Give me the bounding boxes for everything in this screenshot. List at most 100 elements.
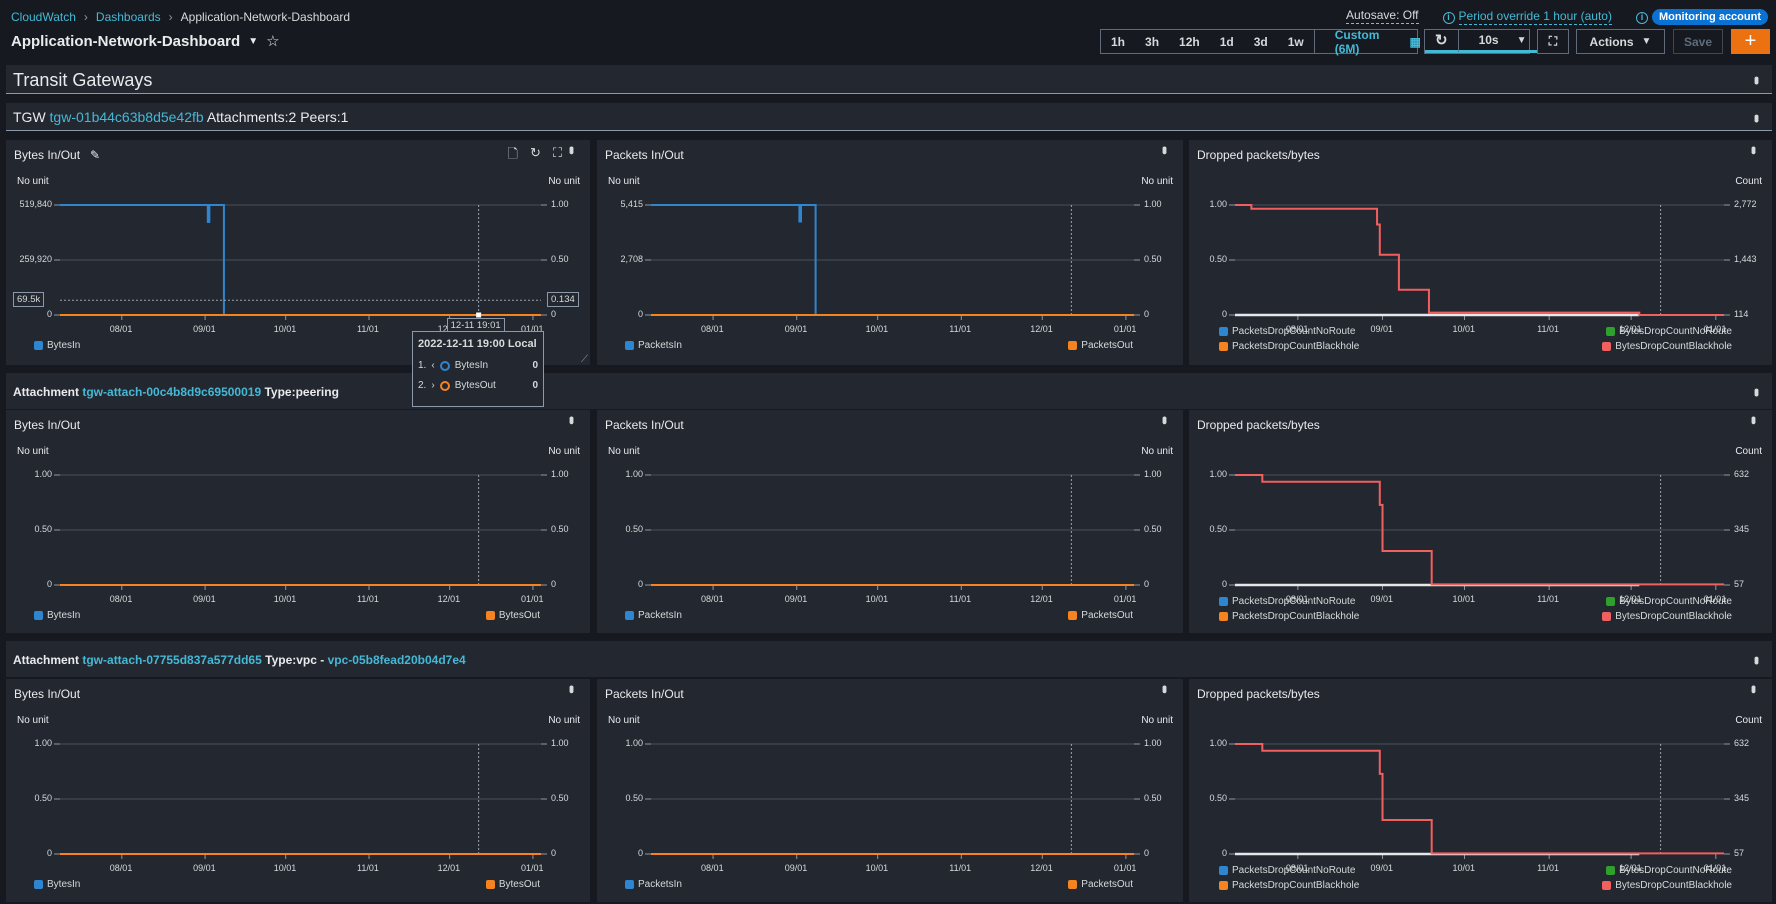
legend-item[interactable]: PacketsDropCountNoRoute	[1219, 865, 1355, 876]
legend-item[interactable]: PacketsDropCountBlackhole	[1219, 341, 1359, 352]
left-tick-label: 0	[46, 579, 52, 589]
tgw-id-link[interactable]: tgw-01b44c63b8d5e42fb	[50, 109, 204, 125]
legend-swatch	[1068, 880, 1078, 889]
legend-item[interactable]: PacketsDropCountBlackhole	[1219, 611, 1359, 622]
x-tick-label: 10/01	[273, 863, 297, 873]
vpc-id-link[interactable]: vpc-05b8fead20b04d7e4	[328, 653, 466, 667]
tooltip-index: 2.	[418, 380, 427, 391]
legend-item[interactable]: PacketsIn	[625, 610, 682, 621]
legend-item[interactable]: PacketsDropCountNoRoute	[1219, 596, 1355, 607]
right-tick-label: 0	[551, 579, 557, 589]
legend-label: BytesDropCountNoRoute	[1619, 596, 1732, 607]
legend-item[interactable]: PacketsOut	[1068, 340, 1133, 351]
legend-label: BytesDropCountBlackhole	[1615, 341, 1732, 352]
tooltip-value: 0	[532, 380, 538, 391]
legend-item[interactable]: PacketsIn	[625, 340, 682, 351]
range-custom[interactable]: Custom (6M) ▦	[1313, 28, 1441, 56]
fullscreen-button[interactable]: ⛶	[1537, 29, 1569, 54]
range-1w[interactable]: 1w	[1278, 35, 1314, 49]
legend-item[interactable]: BytesDropCountNoRoute	[1606, 326, 1732, 337]
widget-dropped-packets-bytes: Dropped packets/bytes ••• Count 1.00 2,772 0.…	[1189, 140, 1772, 365]
right-tick-label: 345	[1734, 793, 1750, 803]
legend-item[interactable]: PacketsOut	[1068, 879, 1133, 890]
legend-swatch	[625, 611, 634, 620]
tgw-details: Attachments:2 Peers:1	[206, 109, 349, 125]
x-tick-label: 01/01	[1113, 863, 1137, 873]
breadcrumb: CloudWatch › Dashboards › Application-Netw…	[11, 10, 350, 24]
right-tick-label: 1,443	[1734, 254, 1757, 264]
breadcrumb-dashboards[interactable]: Dashboards	[96, 10, 161, 24]
legend-item[interactable]: BytesIn	[34, 879, 80, 890]
right-tick-label: 57	[1734, 579, 1745, 589]
tooltip-value: 0	[532, 360, 538, 371]
refresh-interval-dropdown[interactable]: 10s ▼	[1458, 30, 1537, 53]
right-tick-label: 114	[1734, 309, 1749, 319]
legend-item[interactable]: PacketsOut	[1068, 610, 1133, 621]
x-tick-label: 10/01	[1452, 863, 1475, 873]
x-tick-label: 09/01	[784, 324, 808, 334]
range-1h[interactable]: 1h	[1101, 35, 1135, 49]
range-3d[interactable]: 3d	[1244, 35, 1278, 49]
info-icon: i	[1442, 11, 1455, 24]
x-tick-label: 08/01	[109, 324, 133, 334]
tooltip-series: BytesOut	[454, 380, 496, 391]
left-tick-label: 0.50	[1209, 793, 1227, 803]
legend-label: PacketsDropCountBlackhole	[1232, 880, 1360, 891]
caret-down-icon[interactable]: ▼	[248, 36, 258, 47]
left-tick-label: 1.00	[1209, 738, 1227, 748]
legend-label: PacketsOut	[1081, 879, 1133, 890]
x-tick-label: 11/01	[1537, 324, 1560, 334]
monitoring-account[interactable]: i Monitoring account	[1635, 8, 1768, 25]
more-options-icon[interactable]: •••	[1749, 656, 1765, 662]
legend-swatch	[1606, 597, 1616, 606]
attachment-id-link[interactable]: tgw-attach-00c4b8d9c69500019	[82, 385, 261, 399]
legend-item[interactable]: PacketsIn	[625, 879, 682, 890]
x-tick-label: 10/01	[273, 594, 297, 604]
legend-item[interactable]: BytesIn	[34, 610, 80, 621]
attachment-header: Attachment tgw-attach-00c4b8d9c69500019 …	[6, 373, 1772, 409]
header-status: Autosave: Off i Period override 1 hour (a…	[1346, 8, 1768, 25]
legend-swatch	[34, 341, 43, 350]
attachment-id-link[interactable]: tgw-attach-07755d837a577dd65	[82, 653, 261, 667]
more-options-icon[interactable]: •••	[1749, 388, 1765, 394]
chevron-right-icon: ›	[168, 10, 173, 24]
breadcrumb-cloudwatch[interactable]: CloudWatch	[11, 10, 76, 24]
range-1d[interactable]: 1d	[1210, 35, 1244, 49]
legend-item[interactable]: BytesDropCountNoRoute	[1606, 865, 1732, 876]
right-tick-label: 0	[551, 309, 557, 319]
legend-item[interactable]: BytesDropCountBlackhole	[1602, 611, 1732, 622]
period-override[interactable]: i Period override 1 hour (auto)	[1442, 8, 1612, 25]
left-tick-label: 1.00	[34, 738, 52, 748]
range-12h[interactable]: 12h	[1169, 35, 1210, 49]
cursor-point	[476, 312, 482, 318]
legend-swatch	[1068, 611, 1078, 620]
tgw-header: TGW tgw-01b44c63b8d5e42fb Attachments:2 …	[6, 103, 1772, 131]
legend-item[interactable]: BytesDropCountBlackhole	[1602, 880, 1732, 891]
legend-item[interactable]: BytesDropCountBlackhole	[1602, 341, 1732, 352]
autosave-toggle[interactable]: Autosave: Off	[1346, 8, 1419, 24]
x-tick-label: 09/01	[193, 594, 216, 604]
widget-packets-in-out: Packets In/Out ••• No unit No unit 5,415 1.00…	[597, 140, 1183, 365]
right-tick-label: 0	[1144, 579, 1150, 589]
refresh-icon[interactable]: ↻	[1425, 30, 1459, 53]
legend-item[interactable]: BytesIn	[34, 340, 80, 351]
legend-swatch	[34, 880, 43, 889]
legend-label: PacketsDropCountNoRoute	[1232, 596, 1356, 607]
actions-button[interactable]: Actions ▼	[1576, 29, 1665, 54]
range-3h[interactable]: 3h	[1135, 35, 1169, 49]
legend-item[interactable]: BytesOut	[485, 610, 540, 621]
save-button[interactable]: Save	[1673, 29, 1723, 54]
more-options-icon[interactable]: •••	[1749, 76, 1765, 82]
legend-item[interactable]: BytesDropCountNoRoute	[1606, 596, 1732, 607]
left-tick-label: 5,415	[620, 199, 643, 209]
legend-swatch	[1602, 342, 1612, 351]
add-widget-button[interactable]: +	[1731, 29, 1770, 54]
legend-item[interactable]: PacketsDropCountBlackhole	[1219, 880, 1359, 891]
chart-plot	[54, 743, 547, 859]
more-options-icon[interactable]: •••	[1749, 114, 1765, 120]
left-tick-label: 1.00	[625, 738, 643, 748]
legend-item[interactable]: BytesOut	[485, 879, 540, 890]
legend-item[interactable]: PacketsDropCountNoRoute	[1219, 326, 1355, 337]
star-icon[interactable]: ☆	[266, 32, 279, 50]
x-tick-label: 12/01	[437, 594, 461, 604]
